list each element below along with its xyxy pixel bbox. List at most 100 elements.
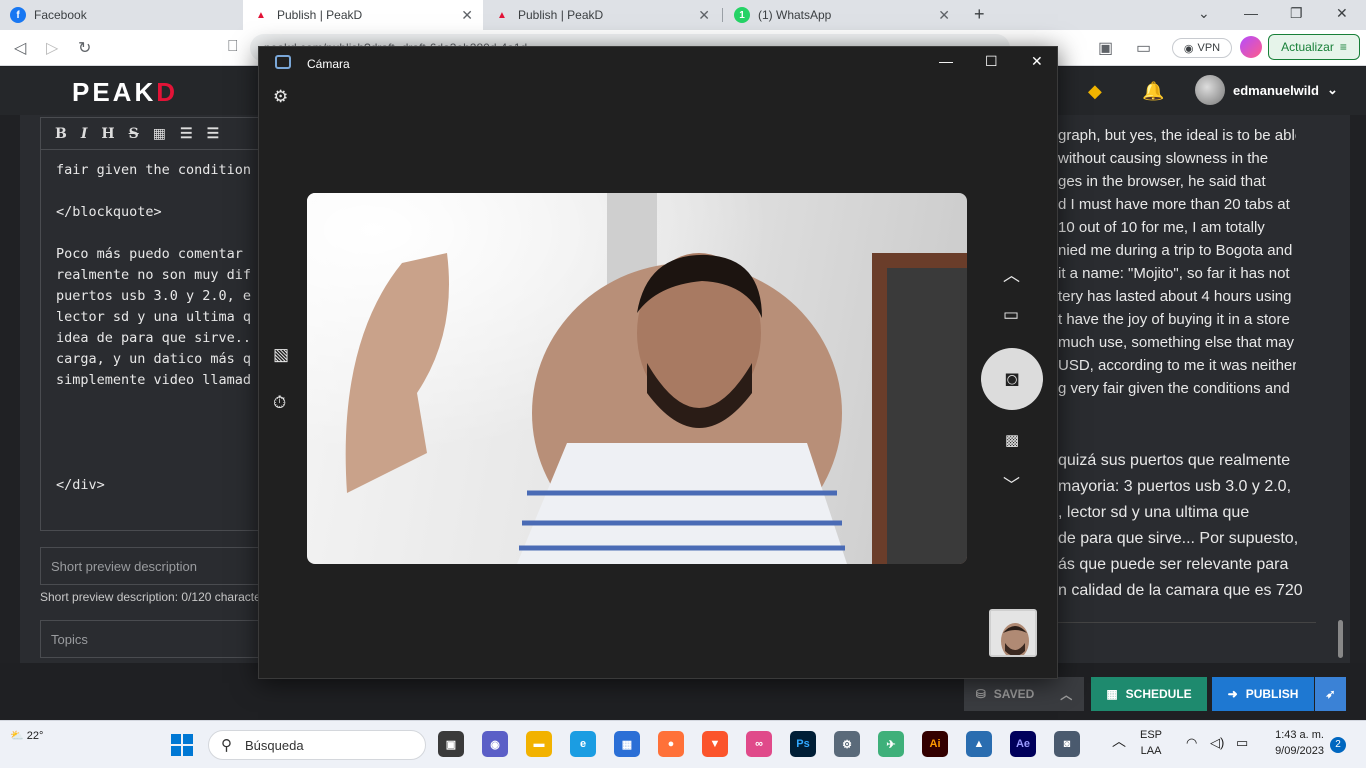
start-button[interactable] bbox=[171, 734, 193, 756]
camera-scene-image bbox=[307, 193, 967, 564]
tab-publish-peakd-active[interactable]: ▲ Publish | PeakD ✕ bbox=[243, 0, 483, 30]
peakd-favicon-icon: ▲ bbox=[497, 9, 507, 21]
scrollbar[interactable] bbox=[1338, 620, 1343, 658]
windows-logo-icon bbox=[171, 734, 181, 744]
volume-icon[interactable]: ◁) bbox=[1210, 735, 1224, 751]
preview-line: tery has lasted about 4 hours using bbox=[1058, 288, 1292, 305]
wifi-icon[interactable]: ◠ bbox=[1186, 735, 1197, 751]
vpn-button[interactable]: ◉ VPN bbox=[1172, 38, 1232, 58]
forward-icon[interactable]: ▷ bbox=[46, 38, 58, 58]
table-icon[interactable]: ▦ bbox=[153, 126, 166, 142]
preview-line: graph, but yes, the ideal is to be able bbox=[1058, 127, 1296, 144]
list-icon[interactable]: ☰ bbox=[207, 126, 220, 142]
after-effects-icon[interactable]: Ae bbox=[1010, 731, 1036, 757]
user-menu[interactable]: edmanuelwild ⌄ bbox=[1195, 75, 1338, 105]
chevron-up-icon[interactable]: ︿ bbox=[1112, 733, 1126, 749]
preview-line: 10 out of 10 for me, I am totally bbox=[1058, 219, 1265, 236]
saved-button[interactable]: ⛁ SAVED ︿ bbox=[964, 677, 1084, 711]
store-icon[interactable]: ▦ bbox=[614, 731, 640, 757]
task-view-icon[interactable]: ▣ bbox=[438, 731, 464, 757]
brave-icon[interactable]: ▼ bbox=[702, 731, 728, 757]
edge-icon[interactable]: e bbox=[570, 731, 596, 757]
username: edmanuelwild bbox=[1233, 82, 1319, 98]
chevron-down-icon[interactable]: ﹀ bbox=[1003, 471, 1020, 496]
tab-search-icon[interactable]: ⌄ bbox=[1198, 5, 1210, 22]
back-icon[interactable]: ◁ bbox=[14, 38, 26, 58]
qr-code-icon[interactable]: ▩ bbox=[1005, 431, 1019, 449]
file-explorer-icon[interactable]: ▬ bbox=[526, 731, 552, 757]
schedule-button[interactable]: ▦ SCHEDULE bbox=[1091, 677, 1207, 711]
settings-gear-icon[interactable]: ⚙ bbox=[834, 731, 860, 757]
chevron-up-icon[interactable]: ︿ bbox=[1003, 261, 1020, 286]
video-mode-icon[interactable]: ▭ bbox=[1003, 305, 1019, 325]
bold-button[interactable]: B bbox=[55, 126, 67, 142]
close-tab-icon[interactable]: ✕ bbox=[698, 7, 710, 24]
settings-gear-icon[interactable]: ⚙ bbox=[273, 87, 288, 107]
tab-whatsapp[interactable]: 1 (1) WhatsApp ✕ bbox=[724, 0, 960, 30]
bookmark-icon[interactable]: ⎕ bbox=[228, 38, 238, 56]
reload-icon[interactable]: ↻ bbox=[78, 38, 91, 58]
profile-avatar-icon[interactable] bbox=[1240, 36, 1262, 58]
close-tab-icon[interactable]: ✕ bbox=[938, 7, 950, 24]
update-label: Actualizar bbox=[1281, 40, 1334, 54]
update-button[interactable]: Actualizar ≡ bbox=[1268, 34, 1360, 60]
weather-widget[interactable]: ⛅ 22° bbox=[10, 729, 43, 742]
clock[interactable]: 1:43 a. m. 9/09/2023 bbox=[1264, 727, 1324, 759]
camera-preview-feed bbox=[307, 193, 967, 564]
preview-line: ás que puede ser relevante para bbox=[1058, 556, 1289, 573]
hdr-off-icon[interactable]: ▧ bbox=[273, 345, 289, 365]
logo-text: PEAK bbox=[72, 77, 157, 107]
divider bbox=[1058, 622, 1316, 623]
ordered-list-icon[interactable]: ☰ bbox=[180, 126, 193, 142]
peakd-logo[interactable]: PEAKD bbox=[72, 77, 178, 108]
maximize-icon[interactable]: ☐ bbox=[985, 53, 998, 70]
illustrator-icon[interactable]: Ai bbox=[922, 731, 948, 757]
short-preview-help: Short preview description: 0/120 charact… bbox=[40, 590, 260, 604]
restore-icon[interactable]: ❐ bbox=[1290, 5, 1303, 22]
preview-line: , lector sd y una ultima que bbox=[1058, 504, 1250, 521]
take-photo-button[interactable]: ◙ bbox=[981, 348, 1043, 410]
preview-line: d I must have more than 20 tabs at bbox=[1058, 196, 1290, 213]
date: 9/09/2023 bbox=[1275, 745, 1324, 757]
close-icon[interactable]: ✕ bbox=[1031, 53, 1043, 70]
photoshop-icon[interactable]: Ps bbox=[790, 731, 816, 757]
last-photo-thumbnail[interactable] bbox=[989, 609, 1037, 657]
publish-button[interactable]: ➜ PUBLISH bbox=[1212, 677, 1314, 711]
schedule-label: SCHEDULE bbox=[1125, 687, 1192, 701]
firefox-icon[interactable]: ● bbox=[658, 731, 684, 757]
saved-label: SAVED bbox=[993, 687, 1035, 701]
timer-icon[interactable]: ⏱ bbox=[273, 393, 286, 413]
windows-taskbar: ⛅ 22° ⚲ Búsqueda ▣ ◉ ▬ e ▦ ● ▼ ∞ Ps ⚙ ✈ … bbox=[0, 720, 1366, 768]
chat-icon[interactable]: ◆ bbox=[1088, 81, 1102, 102]
battery-icon[interactable]: ▭ bbox=[1236, 735, 1248, 751]
rocket-icon[interactable]: ➶ bbox=[1315, 677, 1346, 711]
close-window-icon[interactable]: ✕ bbox=[1336, 5, 1348, 22]
minimize-icon[interactable]: — bbox=[939, 53, 953, 69]
camera-taskbar-icon[interactable]: ◙ bbox=[1054, 731, 1080, 757]
preview-line: without causing slowness in the bbox=[1058, 150, 1269, 167]
strike-button[interactable]: S bbox=[129, 126, 139, 142]
creative-cloud-icon[interactable]: ∞ bbox=[746, 731, 772, 757]
sidebar-icon[interactable]: ▣ bbox=[1098, 38, 1113, 58]
minimize-icon[interactable]: — bbox=[1244, 5, 1258, 21]
notification-count-badge[interactable]: 2 bbox=[1330, 737, 1346, 753]
teams-chat-icon[interactable]: ◉ bbox=[482, 731, 508, 757]
vpn-shield-icon: ◉ bbox=[1183, 42, 1194, 55]
italic-button[interactable]: I bbox=[81, 126, 88, 142]
time: 1:43 a. m. bbox=[1275, 729, 1324, 741]
heading-button[interactable]: H bbox=[101, 126, 114, 142]
new-tab-button[interactable]: + bbox=[974, 4, 985, 25]
language-top: ESP bbox=[1140, 729, 1163, 741]
notifications-bell-icon[interactable]: 🔔 bbox=[1142, 81, 1164, 102]
close-tab-icon[interactable]: ✕ bbox=[461, 7, 473, 24]
maps-icon[interactable]: ✈ bbox=[878, 731, 904, 757]
tab-publish-peakd[interactable]: ▲ Publish | PeakD ✕ bbox=[484, 0, 720, 30]
tab-facebook[interactable]: f Facebook bbox=[0, 0, 242, 30]
wallet-icon[interactable]: ▭ bbox=[1136, 38, 1151, 58]
tab-separator bbox=[722, 8, 723, 22]
photos-icon[interactable]: ▲ bbox=[966, 731, 992, 757]
post-preview-spanish: quizá sus puertos que realmente mayoria: … bbox=[1058, 448, 1316, 604]
facebook-icon: f bbox=[10, 7, 26, 23]
language-indicator[interactable]: ESP LAA bbox=[1140, 727, 1162, 759]
taskbar-search[interactable]: ⚲ Búsqueda bbox=[208, 730, 426, 760]
